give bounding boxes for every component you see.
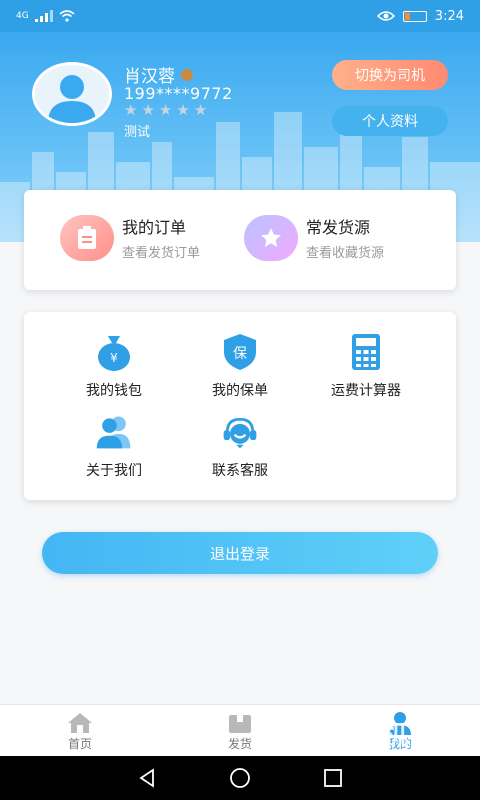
box-icon: [229, 715, 251, 733]
menu-label-about: 关于我们: [86, 463, 142, 479]
svg-text:保: 保: [233, 346, 247, 362]
calculator-icon: [346, 332, 386, 372]
my-orders-subtitle: 查看发货订单: [122, 246, 201, 261]
status-time: 3:24: [434, 8, 464, 24]
system-navbar: [0, 756, 480, 800]
recents-icon[interactable]: [322, 767, 344, 789]
network-type: 4G: [16, 11, 29, 21]
home-icon: [68, 713, 92, 733]
my-orders-text: 我的订单 查看发货订单: [122, 214, 200, 261]
frequent-sources-text: 常发货源 查看收藏货源: [306, 214, 384, 261]
battery-icon: [402, 10, 427, 22]
switch-to-driver-button[interactable]: 切换为司机: [332, 60, 448, 90]
verified-badge-icon: [181, 68, 193, 81]
menu-item-wallet[interactable]: ¥ 我的钱包: [74, 332, 154, 400]
avatar[interactable]: [32, 62, 112, 126]
my-orders-entry[interactable]: 我的订单 查看发货订单: [60, 214, 200, 261]
menu-label-policy: 我的保单: [212, 383, 268, 399]
tab-ship[interactable]: 发货: [200, 711, 280, 752]
back-icon[interactable]: [136, 767, 158, 789]
status-bar: 4G 3:24: [0, 0, 480, 32]
wifi-icon: [59, 10, 75, 22]
menu-item-about[interactable]: 关于我们: [74, 412, 154, 480]
orders-card: 我的订单 查看发货订单 常发货源 查看收藏货源: [24, 190, 456, 290]
shield-icon: 保: [220, 332, 260, 372]
home-circle-icon[interactable]: [229, 767, 251, 789]
wallet-icon: ¥: [94, 332, 134, 372]
status-right: 3:24: [376, 8, 464, 24]
personal-info-button[interactable]: 个人资料: [332, 106, 448, 136]
tab-home[interactable]: 首页: [40, 711, 120, 752]
watermark-brand: 手机鼠: [356, 721, 435, 751]
rating-stars: ★ ★ ★ ★ ★: [124, 101, 207, 119]
person-avatar-icon: [48, 75, 96, 123]
menu-label-calculator: 运费计算器: [331, 383, 401, 399]
star-icon: ★: [193, 101, 208, 119]
star-icon: [261, 227, 281, 247]
clipboard-icon: [78, 225, 96, 249]
star-icon: ★: [176, 101, 190, 119]
svg-text:¥: ¥: [110, 351, 118, 365]
users-icon: [94, 412, 134, 452]
eye-icon: [376, 11, 395, 21]
menu-item-calculator[interactable]: 运费计算器: [316, 332, 416, 400]
signal-icon: [34, 10, 53, 22]
my-orders-title: 我的订单: [122, 218, 187, 237]
user-tag: 测试: [124, 125, 151, 140]
frequent-sources-subtitle: 查看收藏货源: [306, 246, 385, 261]
source-icon-circle: [244, 214, 298, 261]
services-card: ¥ 我的钱包 保 我的保单 运费计算器 关于我们 联系客服: [24, 312, 456, 500]
star-icon: ★: [158, 101, 173, 119]
menu-label-wallet: 我的钱包: [86, 383, 142, 399]
order-icon-circle: [60, 214, 114, 261]
menu-item-policy[interactable]: 保 我的保单: [200, 332, 280, 400]
status-left: 4G: [16, 10, 75, 22]
tab-home-label: 首页: [67, 737, 92, 751]
logout-button[interactable]: 退出登录: [42, 532, 438, 574]
headset-icon: [220, 412, 260, 452]
tab-ship-label: 发货: [227, 737, 252, 751]
star-icon: ★: [141, 101, 155, 119]
star-icon: ★: [124, 101, 138, 119]
menu-label-support: 联系客服: [212, 463, 268, 479]
frequent-sources-entry[interactable]: 常发货源 查看收藏货源: [244, 214, 384, 261]
frequent-sources-title: 常发货源: [306, 218, 371, 237]
menu-item-support[interactable]: 联系客服: [200, 412, 280, 480]
